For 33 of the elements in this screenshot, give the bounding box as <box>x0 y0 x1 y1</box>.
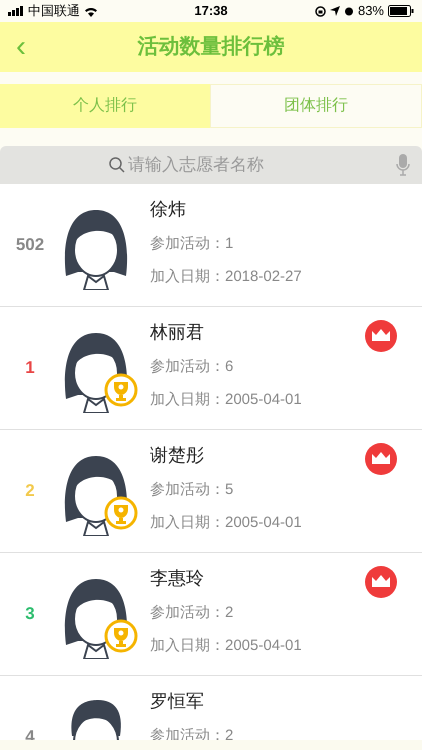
alarm-icon <box>344 6 354 16</box>
rank-number: 3 <box>24 603 36 626</box>
volunteer-name: 林丽君 <box>150 321 205 344</box>
volunteer-name: 李惠玲 <box>150 567 205 590</box>
battery-icon <box>388 5 414 17</box>
search-icon <box>108 156 126 174</box>
page-title: 活动数量排行榜 <box>138 34 284 60</box>
activity-count: 参加活动：1 <box>150 234 234 254</box>
location-icon <box>330 6 340 16</box>
activity-count: 参加活动：2 <box>150 603 234 623</box>
join-date: 加入日期：2005-04-01 <box>150 512 302 532</box>
wifi-icon <box>84 6 98 16</box>
join-date: 加入日期：2018-02-27 <box>150 266 302 286</box>
rank-number: 2 <box>24 480 36 502</box>
microphone-icon[interactable] <box>396 153 410 177</box>
rank-number: 502 <box>14 234 46 256</box>
rotation-lock-icon <box>314 6 326 16</box>
carrier-label: 中国联通 <box>28 2 80 20</box>
crown-badge-icon <box>364 442 398 476</box>
activity-count: 参加活动：5 <box>150 480 234 500</box>
join-date: 加入日期：2005-04-01 <box>150 390 302 410</box>
crown-badge-icon <box>364 319 398 353</box>
search-field[interactable]: 请输入志愿者名称 <box>0 146 422 184</box>
battery-percent: 83% <box>358 2 384 20</box>
volunteer-name: 罗恒军 <box>150 690 205 713</box>
signal-icon <box>8 6 24 16</box>
activity-count: 参加活动：6 <box>150 357 234 377</box>
join-date: 加入日期：2005-04-01 <box>150 636 302 656</box>
rank-number: 1 <box>24 357 36 380</box>
clock-time: 17:38 <box>193 2 229 20</box>
volunteer-name: 徐炜 <box>150 198 187 221</box>
crown-badge-icon <box>364 565 398 599</box>
volunteer-name: 谢楚彤 <box>150 444 205 467</box>
